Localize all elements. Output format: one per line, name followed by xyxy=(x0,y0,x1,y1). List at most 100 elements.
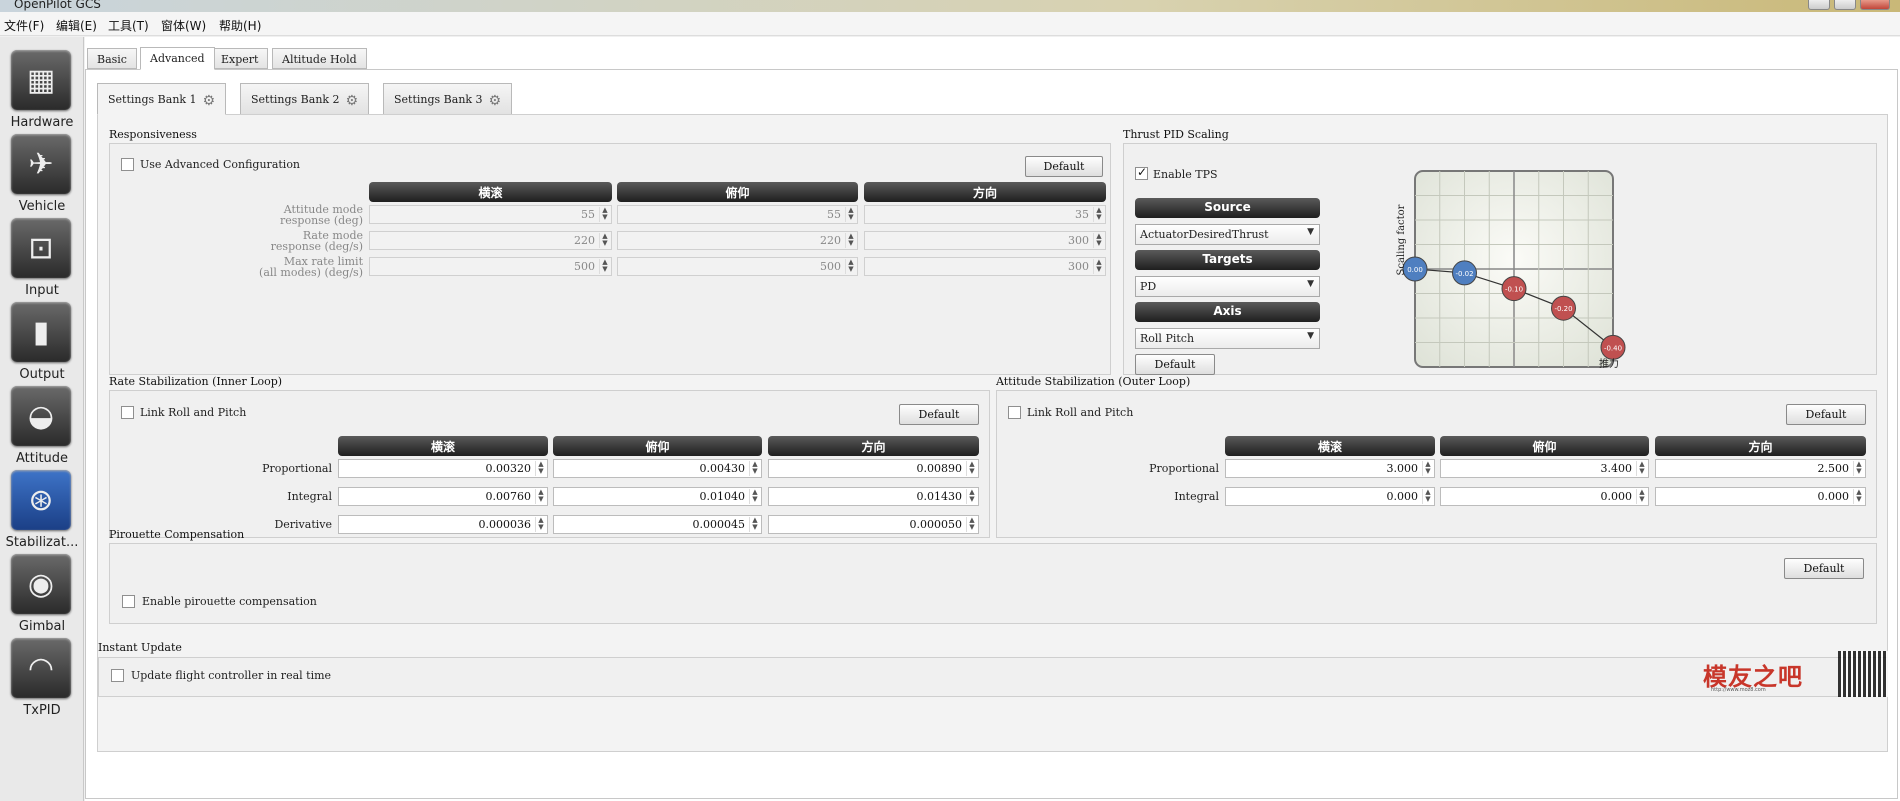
menu-window[interactable]: 窗体(W) xyxy=(161,17,206,34)
sidebar-item-gimbal[interactable]: ◉ Gimbal xyxy=(6,554,78,638)
spin-arrows-icon[interactable]: ▲ ▼ xyxy=(749,489,760,504)
rate-i-yaw-spin[interactable]: 0.01430 ▲ ▼ xyxy=(768,487,979,506)
spin-arrows-icon[interactable]: ▲ ▼ xyxy=(749,517,760,532)
main-area: Basic Advanced Expert Altitude Hold Sett… xyxy=(85,37,1900,801)
sidebar-item-txpid[interactable]: ◠ TxPID xyxy=(6,638,78,722)
sidebar-item-vehicle[interactable]: ✈ Vehicle xyxy=(6,134,78,218)
tab-settings-bank-2[interactable]: Settings Bank 2 ⚙ xyxy=(240,83,370,115)
pirouette-default-button[interactable]: Default xyxy=(1784,558,1864,579)
spin-value: 0.000 xyxy=(1600,490,1633,503)
tps-curve-chart[interactable]: 0.00 -0.02-0.10-0.20-0.40 Scaling factor … xyxy=(1385,155,1635,370)
realtime-update-checkbox[interactable] xyxy=(111,669,124,682)
rate-d-yaw-spin[interactable]: 0.000050 ▲ ▼ xyxy=(768,515,979,534)
sidebar-item-hardware[interactable]: ▦ Hardware xyxy=(6,50,78,134)
use-advanced-checkbox[interactable] xyxy=(121,158,134,171)
rate-default-button[interactable]: Default xyxy=(899,404,979,425)
spin-arrows-icon[interactable]: ▲ ▼ xyxy=(966,489,977,504)
tps-default-button[interactable]: Default xyxy=(1135,354,1215,375)
spin-arrows-icon[interactable]: ▲ ▼ xyxy=(1093,207,1104,222)
spin-arrows-icon[interactable]: ▲ ▼ xyxy=(1093,259,1104,274)
spin-arrows-icon[interactable]: ▲ ▼ xyxy=(1093,233,1104,248)
source-select[interactable]: ActuatorDesiredThrust ▼ xyxy=(1135,224,1320,245)
maxrate-pitch-spin[interactable]: 500 ▲ ▼ xyxy=(617,257,858,276)
spin-arrows-icon[interactable]: ▲ ▼ xyxy=(1853,461,1864,476)
minimize-button[interactable] xyxy=(1808,0,1830,10)
tab-advanced[interactable]: Advanced xyxy=(140,47,215,70)
close-button[interactable] xyxy=(1860,0,1890,10)
tps-curve-point[interactable]: -0.20 xyxy=(1551,295,1576,321)
rate-d-roll-spin[interactable]: 0.000036 ▲ ▼ xyxy=(338,515,548,534)
tab-basic[interactable]: Basic xyxy=(87,48,137,69)
att-link-checkbox[interactable] xyxy=(1008,406,1021,419)
attitude-pitch-spin[interactable]: 55 ▲ ▼ xyxy=(617,205,858,224)
maxrate-yaw-spin[interactable]: 300 ▲ ▼ xyxy=(864,257,1106,276)
responsiveness-default-button[interactable]: Default xyxy=(1025,156,1103,177)
att-p-pitch-spin[interactable]: 3.400 ▲ ▼ xyxy=(1440,459,1649,478)
maxrate-roll-spin[interactable]: 500 ▲ ▼ xyxy=(369,257,612,276)
spin-arrows-icon[interactable]: ▲ ▼ xyxy=(1636,489,1647,504)
qr-code-icon xyxy=(1838,651,1888,697)
rate-p-roll-spin[interactable]: 0.00320 ▲ ▼ xyxy=(338,459,548,478)
attitude-yaw-spin[interactable]: 35 ▲ ▼ xyxy=(864,205,1106,224)
spin-arrows-icon[interactable]: ▲ ▼ xyxy=(749,461,760,476)
att-p-roll-spin[interactable]: 3.000 ▲ ▼ xyxy=(1225,459,1435,478)
tps-curve-point[interactable]: -0.40 xyxy=(1600,334,1626,360)
attitude-roll-spin[interactable]: 55 ▲ ▼ xyxy=(369,205,612,224)
att-i-roll-spin[interactable]: 0.000 ▲ ▼ xyxy=(1225,487,1435,506)
spin-arrows-icon[interactable]: ▲ ▼ xyxy=(535,461,546,476)
rate-pitch-spin[interactable]: 220 ▲ ▼ xyxy=(617,231,858,250)
spin-arrows-icon[interactable]: ▲ ▼ xyxy=(966,461,977,476)
spin-arrows-icon[interactable]: ▲ ▼ xyxy=(599,207,610,222)
spin-arrows-icon[interactable]: ▲ ▼ xyxy=(845,207,856,222)
spin-arrows-icon[interactable]: ▲ ▼ xyxy=(599,233,610,248)
spin-arrows-icon[interactable]: ▲ ▼ xyxy=(1422,461,1433,476)
spin-arrows-icon[interactable]: ▲ ▼ xyxy=(1422,489,1433,504)
rate-i-roll-spin[interactable]: 0.00760 ▲ ▼ xyxy=(338,487,548,506)
menu-edit[interactable]: 编辑(E) xyxy=(56,17,97,34)
meter-icon: ◠ xyxy=(11,638,71,698)
att-p-yaw-spin[interactable]: 2.500 ▲ ▼ xyxy=(1655,459,1866,478)
menu-file[interactable]: 文件(F) xyxy=(4,17,44,34)
spin-arrows-icon[interactable]: ▲ ▼ xyxy=(535,517,546,532)
att-i-yaw-spin[interactable]: 0.000 ▲ ▼ xyxy=(1655,487,1866,506)
rate-roll-spin[interactable]: 220 ▲ ▼ xyxy=(369,231,612,250)
sidebar-item-stabilization[interactable]: ⊛ Stabilizat... xyxy=(6,470,78,554)
tab-expert[interactable]: Expert xyxy=(211,48,269,69)
source-header: Source xyxy=(1135,198,1320,218)
att-i-pitch-spin[interactable]: 0.000 ▲ ▼ xyxy=(1440,487,1649,506)
tps-curve-point[interactable]: -0.02 xyxy=(1452,260,1477,286)
sidebar-item-output[interactable]: ▮ Output xyxy=(6,302,78,386)
point-label: -0.20 xyxy=(1554,305,1572,313)
menu-tools[interactable]: 工具(T) xyxy=(108,17,149,34)
menu-help[interactable]: 帮助(H) xyxy=(219,17,261,34)
tps-curve-point[interactable]: -0.10 xyxy=(1501,276,1527,302)
spin-arrows-icon[interactable]: ▲ ▼ xyxy=(599,259,610,274)
rate-link-checkbox[interactable] xyxy=(121,406,134,419)
tab-settings-bank-1[interactable]: Settings Bank 1 ⚙ xyxy=(97,83,227,115)
rate-d-pitch-spin[interactable]: 0.000045 ▲ ▼ xyxy=(553,515,762,534)
sidebar-item-input[interactable]: ⊡ Input xyxy=(6,218,78,302)
title-bar: OpenPilot GCS xyxy=(0,0,1900,12)
spin-arrows-icon[interactable]: ▲ ▼ xyxy=(1853,489,1864,504)
tab-settings-bank-3[interactable]: Settings Bank 3 ⚙ xyxy=(383,83,513,115)
enable-tps-checkbox[interactable] xyxy=(1135,165,1148,180)
spin-arrows-icon[interactable]: ▲ ▼ xyxy=(966,517,977,532)
maximize-button[interactable] xyxy=(1834,0,1856,10)
sidebar-item-attitude[interactable]: ◒ Attitude xyxy=(6,386,78,470)
spin-arrows-icon[interactable]: ▲ ▼ xyxy=(845,233,856,248)
bank-tab-label: Settings Bank 1 xyxy=(108,93,197,106)
rate-p-pitch-spin[interactable]: 0.00430 ▲ ▼ xyxy=(553,459,762,478)
targets-select[interactable]: PD ▼ xyxy=(1135,276,1320,297)
rate-p-yaw-spin[interactable]: 0.00890 ▲ ▼ xyxy=(768,459,979,478)
rate-i-pitch-spin[interactable]: 0.01040 ▲ ▼ xyxy=(553,487,762,506)
pirouette-checkbox[interactable] xyxy=(122,595,135,608)
spin-arrows-icon[interactable]: ▲ ▼ xyxy=(1636,461,1647,476)
att-default-button[interactable]: Default xyxy=(1786,404,1866,425)
tab-altitude-hold[interactable]: Altitude Hold xyxy=(272,48,367,69)
targets-header: Targets xyxy=(1135,250,1320,270)
rate-roll-header: 横滚 xyxy=(338,436,548,456)
spin-arrows-icon[interactable]: ▲ ▼ xyxy=(535,489,546,504)
axis-select[interactable]: Roll Pitch ▼ xyxy=(1135,328,1320,349)
spin-arrows-icon[interactable]: ▲ ▼ xyxy=(845,259,856,274)
rate-yaw-spin[interactable]: 300 ▲ ▼ xyxy=(864,231,1106,250)
